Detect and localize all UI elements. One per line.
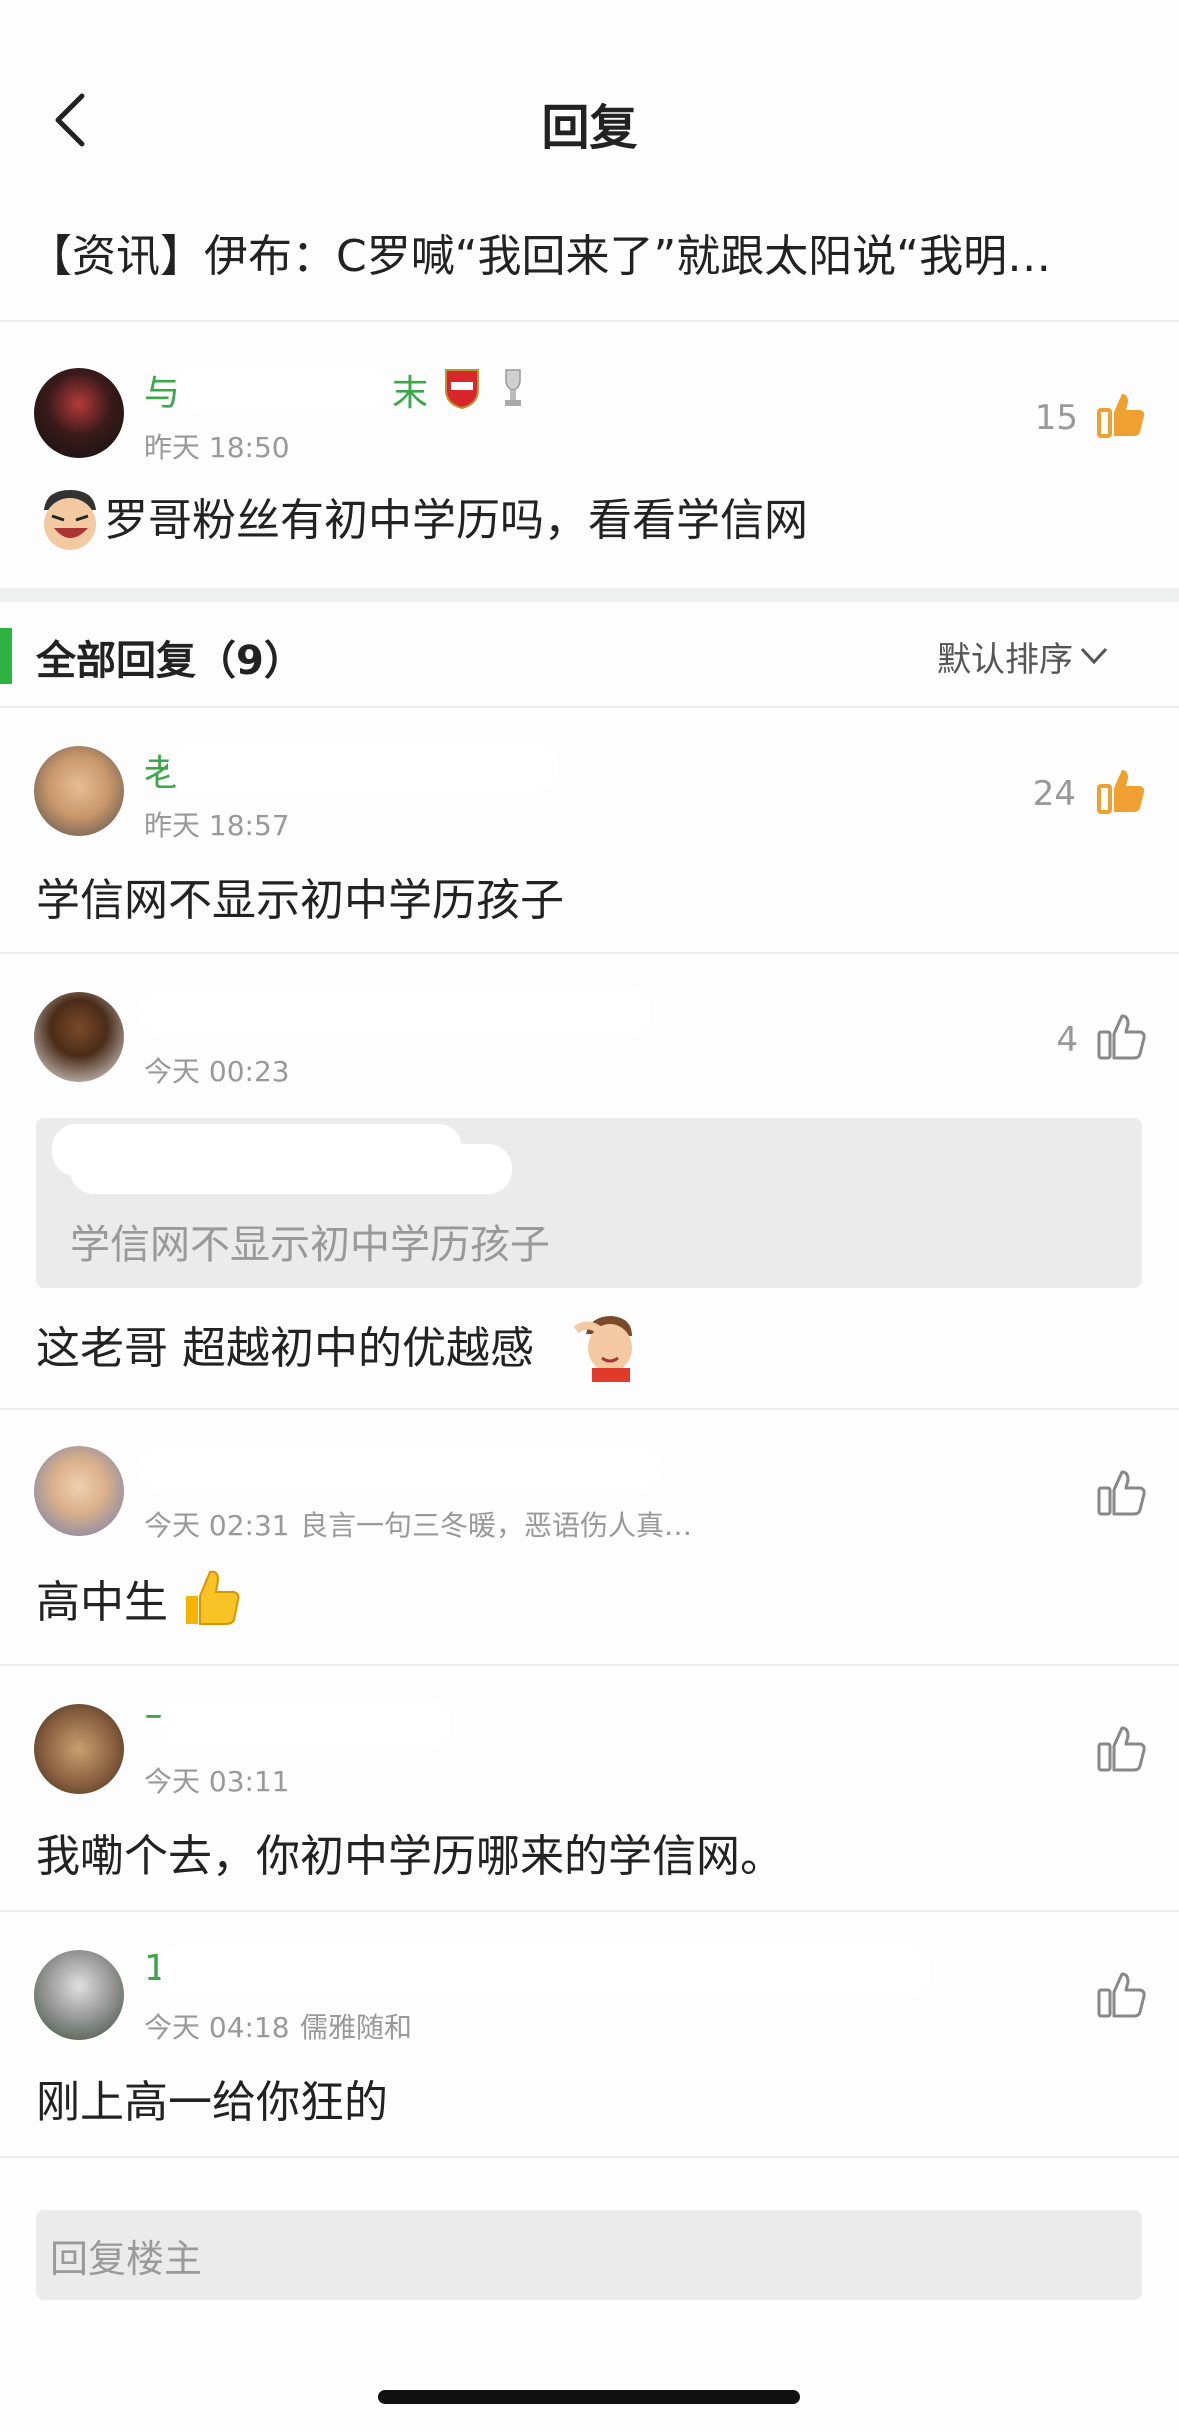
- comment-time: 今天 02:31: [144, 1509, 290, 1542]
- comment-time: 今天 03:11: [144, 1765, 290, 1798]
- redacted-username: [168, 742, 558, 792]
- redacted-username: [160, 1944, 930, 1998]
- chevron-down-icon[interactable]: [1079, 644, 1109, 668]
- thumbs-up-filled-icon[interactable]: [1096, 388, 1148, 440]
- thumbs-up-emoji: [186, 1570, 240, 1625]
- laughing-man-emoji: [44, 490, 96, 550]
- thumbs-up-outline-icon[interactable]: [1096, 1968, 1148, 2020]
- redacted-username: [140, 1442, 660, 1494]
- comment-text: 我嘞个去，你初中学历哪来的学信网。: [36, 1831, 784, 1882]
- comment-text: 学信网不显示初中学历孩子: [36, 875, 564, 926]
- comment-text: 高中生: [36, 1577, 168, 1628]
- comment-text: 这老哥 超越初中的优越感: [36, 1323, 534, 1374]
- quoted-text: 学信网不显示初中学历孩子: [70, 1222, 550, 1268]
- trophy-icon: [505, 369, 521, 406]
- redacted-username: [178, 362, 388, 412]
- arsenal-badge-icon: [445, 369, 479, 410]
- avatar[interactable]: [34, 368, 124, 458]
- section-accent-bar: [0, 628, 12, 684]
- avatar[interactable]: [34, 992, 124, 1082]
- redacted-username: [70, 1144, 512, 1194]
- like-count: 24: [1032, 774, 1076, 814]
- comment-text: 刚上高一给你狂的: [36, 2077, 388, 2128]
- divider: [0, 1910, 1179, 1912]
- sort-dropdown[interactable]: 默认排序: [937, 632, 1073, 681]
- avatar[interactable]: [34, 1446, 124, 1536]
- avatar[interactable]: [34, 1704, 124, 1794]
- avatar[interactable]: [34, 1950, 124, 2040]
- topic-title-link[interactable]: 【资讯】伊布：C罗喊“我回来了”就跟太阳说“我明…: [28, 220, 1151, 290]
- divider: [0, 1664, 1179, 1666]
- user-signature: 良言一句三冬暖，恶语伤人真…: [300, 1509, 693, 1542]
- comment-text: 罗哥粉丝有初中学历吗，看看学信网: [104, 495, 808, 546]
- divider: [0, 2156, 1179, 2158]
- thumbs-up-outline-icon[interactable]: [1096, 1722, 1148, 1774]
- thumbs-up-outline-icon[interactable]: [1096, 1466, 1148, 1518]
- header: 回复: [0, 0, 1179, 200]
- reply-input[interactable]: 回复楼主: [36, 2210, 1142, 2300]
- page-title: 回复: [541, 100, 638, 156]
- avatar[interactable]: [34, 746, 124, 836]
- comment-time: 昨天 18:50: [144, 431, 290, 464]
- thumbs-up-filled-icon[interactable]: [1096, 764, 1148, 816]
- comment-time: 昨天 18:57: [144, 809, 290, 842]
- section-title: 全部回复（9）: [36, 638, 304, 684]
- comment-time: 今天 00:23: [144, 1055, 290, 1088]
- redacted-username: [160, 1698, 450, 1750]
- home-indicator: [378, 2390, 800, 2404]
- section-gap: [0, 588, 1179, 602]
- thumbs-up-outline-icon[interactable]: [1096, 1010, 1148, 1062]
- user-signature: 儒雅随和: [300, 2011, 413, 2044]
- divider: [0, 706, 1179, 708]
- divider: [0, 320, 1179, 322]
- username-fragment[interactable]: 与: [144, 364, 180, 416]
- username-tail[interactable]: 末: [392, 364, 428, 416]
- comment-time: 今天 04:18: [144, 2011, 290, 2044]
- redacted-username: [140, 986, 650, 1038]
- like-count: 4: [1056, 1020, 1078, 1060]
- divider: [0, 952, 1179, 954]
- like-count: 15: [1034, 398, 1078, 438]
- saluting-man-emoji: [573, 1316, 632, 1382]
- divider: [0, 1408, 1179, 1410]
